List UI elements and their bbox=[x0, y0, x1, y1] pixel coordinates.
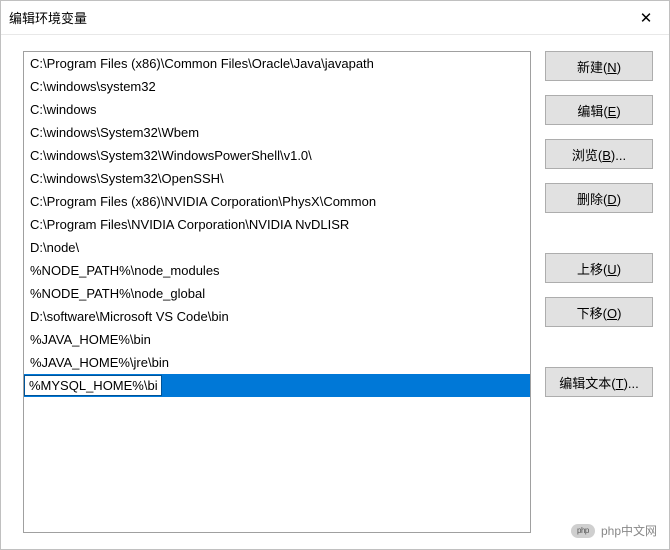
delete-button[interactable]: 删除(D) bbox=[545, 183, 653, 213]
selection-highlight bbox=[24, 374, 530, 397]
list-item[interactable]: D:\software\Microsoft VS Code\bin bbox=[24, 305, 530, 328]
path-listbox[interactable]: C:\Program Files (x86)\Common Files\Orac… bbox=[23, 51, 531, 533]
list-item[interactable]: C:\windows\System32\Wbem bbox=[24, 121, 530, 144]
list-item[interactable]: C:\Program Files (x86)\NVIDIA Corporatio… bbox=[24, 190, 530, 213]
button-column: 新建(N) 编辑(E) 浏览(B)... 删除(D) 上移(U) 下移(O) 编… bbox=[545, 51, 653, 533]
dialog-body: C:\Program Files (x86)\Common Files\Orac… bbox=[1, 35, 669, 549]
list-item[interactable]: %JAVA_HOME%\bin bbox=[24, 328, 530, 351]
edit-button[interactable]: 编辑(E) bbox=[545, 95, 653, 125]
list-item[interactable]: %NODE_PATH%\node_modules bbox=[24, 259, 530, 282]
window-title: 编辑环境变量 bbox=[9, 8, 623, 27]
list-item[interactable]: C:\windows\System32\OpenSSH\ bbox=[24, 167, 530, 190]
dialog-window: 编辑环境变量 ✕ C:\Program Files (x86)\Common F… bbox=[0, 0, 670, 550]
list-item[interactable]: %NODE_PATH%\node_global bbox=[24, 282, 530, 305]
edit-text-button[interactable]: 编辑文本(T)... bbox=[545, 367, 653, 397]
list-item[interactable]: C:\Program Files\NVIDIA Corporation\NVID… bbox=[24, 213, 530, 236]
list-item[interactable]: C:\windows\System32\WindowsPowerShell\v1… bbox=[24, 144, 530, 167]
browse-button[interactable]: 浏览(B)... bbox=[545, 139, 653, 169]
list-item[interactable]: C:\Program Files (x86)\Common Files\Orac… bbox=[24, 52, 530, 75]
path-edit-input[interactable] bbox=[24, 375, 162, 396]
list-item[interactable]: %JAVA_HOME%\jre\bin bbox=[24, 351, 530, 374]
titlebar: 编辑环境变量 ✕ bbox=[1, 1, 669, 35]
new-button[interactable]: 新建(N) bbox=[545, 51, 653, 81]
close-icon: ✕ bbox=[640, 9, 653, 27]
list-item-editing[interactable] bbox=[24, 374, 530, 397]
move-up-button[interactable]: 上移(U) bbox=[545, 253, 653, 283]
list-item[interactable]: C:\windows bbox=[24, 98, 530, 121]
list-item[interactable]: C:\windows\system32 bbox=[24, 75, 530, 98]
close-button[interactable]: ✕ bbox=[623, 1, 669, 35]
list-item[interactable]: D:\node\ bbox=[24, 236, 530, 259]
move-down-button[interactable]: 下移(O) bbox=[545, 297, 653, 327]
